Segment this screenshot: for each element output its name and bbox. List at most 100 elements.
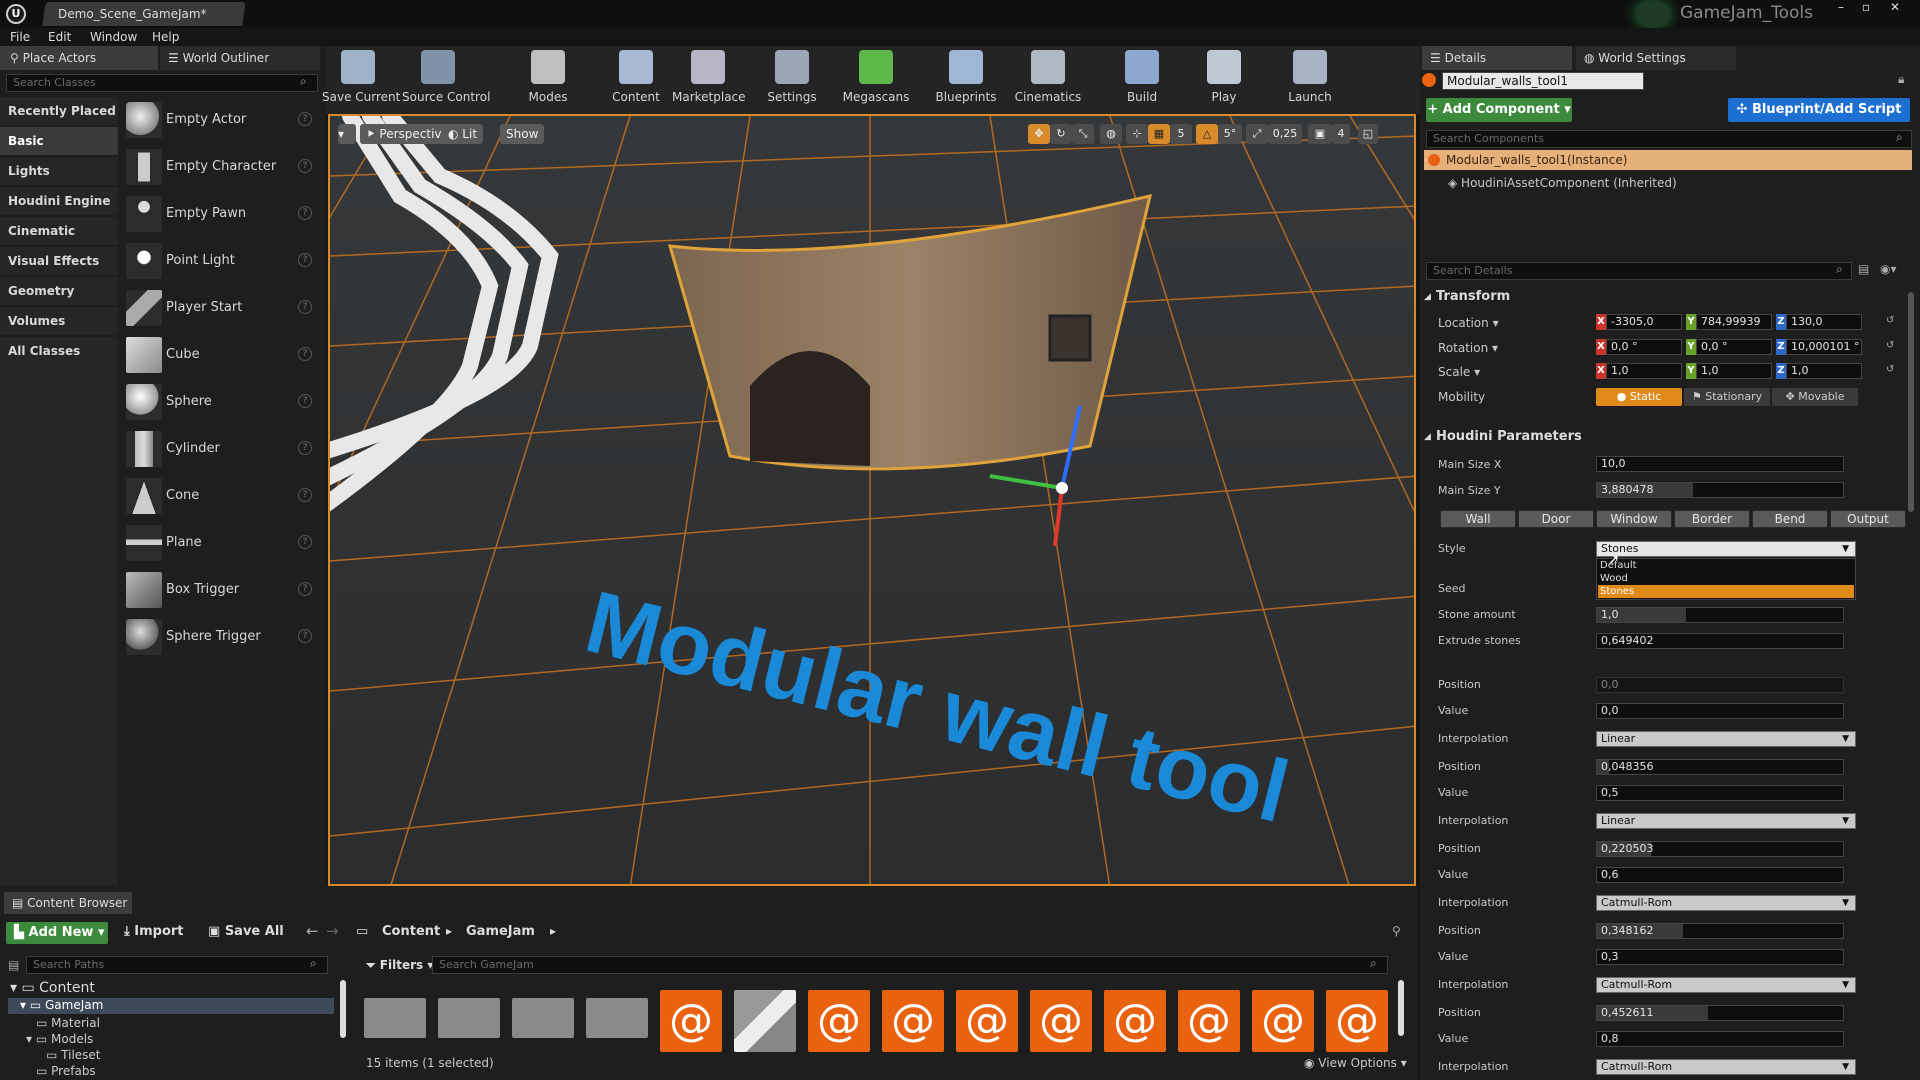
tree-prefabs[interactable]: ▭ Prefabs: [36, 1064, 96, 1078]
ramp-value-field[interactable]: 0,6: [1596, 867, 1844, 883]
houdini-asset-icon[interactable]: @: [1104, 990, 1166, 1052]
add-component-button[interactable]: + Add Component ▾: [1426, 98, 1572, 122]
grid-snap-value[interactable]: 5: [1170, 124, 1192, 144]
breadcrumb-gamejam[interactable]: GameJam: [466, 924, 535, 939]
tree-tileset[interactable]: ▭ Tileset: [46, 1048, 101, 1062]
actor-empty-actor[interactable]: Empty Actor?: [122, 98, 322, 144]
lock-icon[interactable]: ⚲: [1392, 924, 1401, 938]
tab-wall[interactable]: Wall: [1440, 510, 1516, 528]
ramp-interpolation-dropdown[interactable]: Catmull-Rom ▼: [1596, 977, 1856, 993]
ramp-value-field[interactable]: 0,0: [1596, 703, 1844, 719]
category-volumes[interactable]: Volumes: [0, 307, 118, 335]
toolbar-save-button[interactable]: Save Current: [322, 48, 400, 108]
location-x-field[interactable]: -3305,0: [1606, 314, 1682, 330]
actor-player-start[interactable]: Player Start?: [122, 286, 322, 332]
reset-arrow-icon[interactable]: ↺: [1886, 315, 1894, 326]
help-icon[interactable]: ?: [298, 347, 312, 361]
mobility-static-button[interactable]: ● Static: [1596, 388, 1682, 406]
houdini-asset-icon[interactable]: @: [882, 990, 944, 1052]
search-paths-input[interactable]: Search Paths: [26, 956, 328, 974]
category-cinematic[interactable]: Cinematic: [0, 217, 118, 245]
tree-content[interactable]: ▾ ▭ Content: [10, 980, 95, 996]
ramp-value-field[interactable]: 0,3: [1596, 949, 1844, 965]
actor-point-light[interactable]: Point Light?: [122, 239, 322, 285]
scale-x-field[interactable]: 1,0: [1606, 363, 1682, 379]
search-details-input[interactable]: Search Details: [1426, 262, 1852, 280]
lit-button[interactable]: ◐ Lit: [442, 124, 484, 144]
scale-z-field[interactable]: 1,0: [1786, 363, 1862, 379]
category-lights[interactable]: Lights: [0, 157, 118, 185]
rotation-z-field[interactable]: 10,000101 °: [1786, 339, 1862, 355]
actor-cylinder[interactable]: Cylinder?: [122, 427, 322, 473]
save-all-button[interactable]: ▣ Save All: [208, 924, 284, 939]
category-basic[interactable]: Basic: [0, 127, 118, 155]
folder-icon[interactable]: [586, 998, 648, 1038]
rotate-icon[interactable]: ↻: [1050, 124, 1072, 144]
help-icon[interactable]: ?: [298, 253, 312, 267]
actor-cone[interactable]: Cone?: [122, 474, 322, 520]
ramp-position-field[interactable]: 0,048356: [1596, 759, 1844, 775]
scale-y-field[interactable]: 1,0: [1696, 363, 1772, 379]
toolbar-build-button[interactable]: Build: [1106, 48, 1178, 108]
toolbar-blueprints-button[interactable]: Blueprints: [930, 48, 1002, 108]
tab-place-actors[interactable]: ⚲ Place Actors: [0, 46, 158, 70]
maximize-viewport-icon[interactable]: ◱: [1358, 124, 1378, 144]
toolbar-play-button[interactable]: Play: [1188, 48, 1260, 108]
menu-help[interactable]: Help: [152, 28, 179, 46]
ramp-interpolation-dropdown[interactable]: Linear ▼: [1596, 813, 1856, 829]
rotation-snap-icon[interactable]: △: [1196, 124, 1218, 144]
view-options-button[interactable]: ◉ View Options ▾: [1304, 1056, 1407, 1070]
actor-empty-character[interactable]: Empty Character?: [122, 145, 322, 191]
actor-sphere[interactable]: Sphere?: [122, 380, 322, 426]
transform-section[interactable]: ◢ Transform: [1420, 286, 1920, 308]
tab-details[interactable]: ☰ Details: [1422, 46, 1572, 70]
menu-edit[interactable]: Edit: [48, 28, 71, 46]
document-tab[interactable]: Demo_Scene_GameJam*: [42, 2, 246, 26]
assets-scrollbar[interactable]: [1398, 980, 1404, 1036]
help-icon[interactable]: ?: [298, 159, 312, 173]
filters-button[interactable]: ⏷ Filters ▾: [366, 958, 433, 973]
toolbar-modes-button[interactable]: Modes: [512, 48, 584, 108]
tab-output[interactable]: Output: [1830, 510, 1906, 528]
ramp-interpolation-dropdown[interactable]: Catmull-Rom ▼: [1596, 1059, 1856, 1075]
sources-toggle-icon[interactable]: ▤: [8, 958, 19, 972]
tab-window[interactable]: Window: [1596, 510, 1672, 528]
search-components-input[interactable]: Search Components: [1426, 130, 1912, 148]
lock-icon[interactable]: 🔒︎: [1898, 72, 1904, 87]
ramp-interpolation-dropdown[interactable]: Linear ▼: [1596, 731, 1856, 747]
visibility-eye-icon[interactable]: ◉▾: [1880, 262, 1897, 276]
toolbar-settings-button[interactable]: Settings: [756, 48, 828, 108]
location-y-field[interactable]: 784,99939: [1696, 314, 1772, 330]
houdini-asset-icon[interactable]: @: [956, 990, 1018, 1052]
rotation-y-field[interactable]: 0,0 °: [1696, 339, 1772, 355]
menu-window[interactable]: Window: [90, 28, 137, 46]
toolbar-content-button[interactable]: Content: [600, 48, 672, 108]
category-all-classes[interactable]: All Classes: [0, 337, 118, 365]
viewport-menu-chevron-icon[interactable]: ▾: [338, 124, 356, 144]
actor-name-field[interactable]: Modular_walls_tool1: [1442, 72, 1644, 90]
scale-snap-icon[interactable]: ⤢: [1246, 124, 1268, 144]
help-icon[interactable]: ?: [298, 206, 312, 220]
maximize-icon[interactable]: ▫: [1855, 0, 1877, 16]
show-button[interactable]: Show: [500, 124, 545, 144]
houdini-asset-icon[interactable]: @: [1326, 990, 1388, 1052]
import-button[interactable]: ⤓ Import: [124, 924, 184, 939]
grid-snap-icon[interactable]: ▦: [1148, 124, 1170, 144]
help-icon[interactable]: ?: [298, 394, 312, 408]
category-recently-placed[interactable]: Recently Placed: [0, 97, 118, 125]
category-geometry[interactable]: Geometry: [0, 277, 118, 305]
tab-content-browser[interactable]: ▤ Content Browser: [4, 892, 132, 914]
level-viewport[interactable]: Modular wall tool ▾ ⯈ Perspective ◐ Lit …: [328, 114, 1416, 886]
add-new-button[interactable]: ▙ Add New ▾: [6, 922, 108, 944]
ramp-position-field[interactable]: 0,220503: [1596, 841, 1844, 857]
scale-icon[interactable]: ⤡: [1072, 124, 1094, 144]
style-option-stones[interactable]: Stones: [1598, 585, 1854, 598]
style-option-wood[interactable]: Wood: [1598, 572, 1854, 585]
actor-box-trigger[interactable]: Box Trigger?: [122, 568, 322, 614]
houdini-parameters-section[interactable]: ◢ Houdini Parameters: [1420, 426, 1920, 448]
perspective-button[interactable]: ⯈ Perspective: [360, 124, 455, 144]
style-dropdown[interactable]: Stones ▼: [1596, 541, 1856, 557]
camera-speed-value[interactable]: 4: [1332, 124, 1350, 144]
ramp-position-field[interactable]: 0,0: [1596, 677, 1844, 693]
tab-world-outliner[interactable]: ☰ World Outliner: [160, 46, 320, 70]
